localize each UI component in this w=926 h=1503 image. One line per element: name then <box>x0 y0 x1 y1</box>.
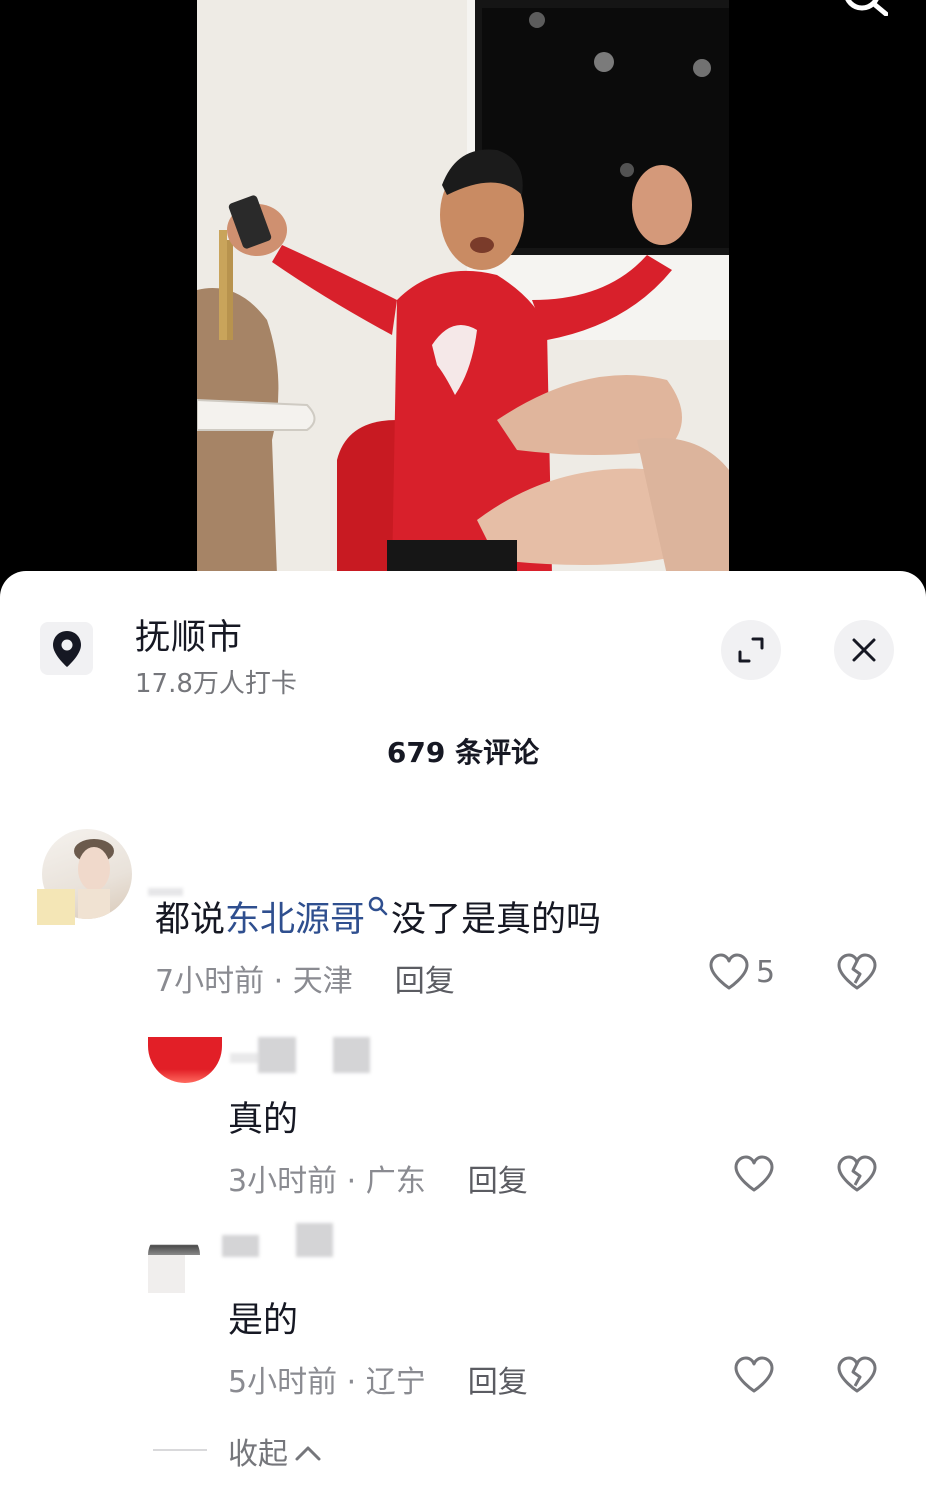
reply-button[interactable]: 回复 <box>468 1365 528 1400</box>
location-name[interactable]: 抚顺市 <box>135 609 243 660</box>
reply-username-redacted[interactable] <box>222 1235 259 1257</box>
reply-avatar[interactable] <box>148 1037 222 1083</box>
heart-icon <box>734 1155 774 1192</box>
comment-text-part: 没了是真的吗 <box>391 900 602 940</box>
collapse-label: 收起 <box>228 1437 288 1472</box>
reply-button[interactable]: 回复 <box>395 964 455 999</box>
expand-icon <box>738 637 764 663</box>
comment-region: 天津 <box>292 964 353 999</box>
reply-region: 辽宁 <box>365 1365 426 1400</box>
reply-time: 3小时前 <box>228 1164 338 1199</box>
comment-text-part: 都说 <box>155 900 226 940</box>
broken-heart-icon <box>837 1155 877 1192</box>
reply-username-redacted[interactable] <box>296 1223 333 1257</box>
reply-meta: 3小时前 · 广东 回复 <box>228 1164 528 1199</box>
reply-text: 是的 <box>228 1301 299 1341</box>
avatar-overlay-badge <box>37 889 75 925</box>
reply-meta: 5小时前 · 辽宁 回复 <box>228 1365 528 1400</box>
like-button[interactable] <box>733 1155 775 1197</box>
dislike-button[interactable] <box>836 953 878 995</box>
location-pin-badge[interactable] <box>40 622 93 675</box>
collapse-divider <box>153 1449 207 1451</box>
comment-sheet: 抚顺市 17.8万人打卡 679 条评论 都说东北源哥 没了是真的吗 7小时前 ·… <box>0 571 926 1503</box>
like-button[interactable] <box>733 1356 775 1398</box>
close-icon <box>852 638 876 662</box>
comment-count-title: 679 条评论 <box>386 736 540 769</box>
dislike-button[interactable] <box>836 1155 878 1197</box>
location-checkin-count: 17.8万人打卡 <box>135 669 297 699</box>
like-button[interactable]: 5 <box>708 953 775 991</box>
expand-button[interactable] <box>721 620 781 680</box>
broken-heart-icon <box>837 1356 877 1393</box>
reply-time: 5小时前 <box>228 1365 338 1400</box>
reply-username-redacted[interactable] <box>333 1037 370 1073</box>
avatar-overlay-badge <box>148 1255 185 1293</box>
reply-region: 广东 <box>365 1164 426 1199</box>
reply-text: 真的 <box>228 1100 299 1140</box>
dislike-button[interactable] <box>836 1356 878 1398</box>
close-button[interactable] <box>834 620 894 680</box>
search-icon[interactable] <box>840 0 888 16</box>
heart-icon <box>734 1356 774 1393</box>
comment-meta: 7小时前 · 天津 回复 <box>155 964 455 999</box>
reply-username-redacted[interactable] <box>230 1053 260 1063</box>
broken-heart-icon <box>837 953 877 990</box>
video-player[interactable] <box>0 0 926 600</box>
collapse-replies-button[interactable]: 收起 <box>228 1429 322 1473</box>
comment-search-link[interactable]: 东北源哥 <box>225 900 365 940</box>
video-frame <box>197 0 729 575</box>
comment-time: 7小时前 <box>155 964 265 999</box>
search-small-icon[interactable] <box>367 895 389 917</box>
like-count: 5 <box>756 954 776 990</box>
reply-avatar[interactable] <box>148 1231 200 1255</box>
location-pin-icon <box>52 630 81 667</box>
comment-text: 都说东北源哥 没了是真的吗 <box>155 891 601 942</box>
reply-button[interactable]: 回复 <box>468 1164 528 1199</box>
video-scene <box>197 0 729 575</box>
reply-username-redacted[interactable] <box>258 1037 296 1073</box>
heart-icon <box>709 953 749 990</box>
chevron-up-icon <box>295 1446 321 1461</box>
